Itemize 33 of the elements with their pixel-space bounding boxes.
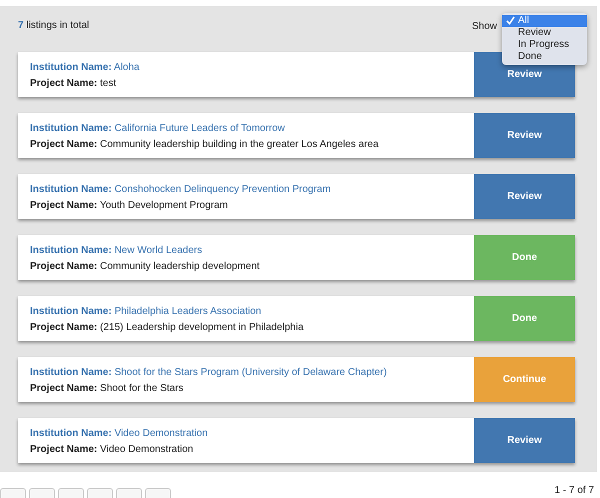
project-name: Project Name: Community leadership building in the greater Los Angeles area <box>30 138 380 152</box>
institution-name: Institution Name: California Future Leaders of Tomorrow <box>30 122 286 136</box>
checkmark-icon <box>506 16 515 25</box>
review-button[interactable]: Review <box>474 113 575 158</box>
filter-dropdown-menu[interactable]: All Review In Progress Done <box>502 13 587 65</box>
institution-name: Institution Name: Conshohocken Delinquency Prevention Program <box>30 183 332 197</box>
dropdown-option[interactable]: Review <box>502 27 587 39</box>
project-name: Project Name: Shoot for the Stars <box>30 382 184 396</box>
project-name: Project Name: Youth Development Program <box>30 199 229 213</box>
pager-button[interactable] <box>29 488 55 498</box>
page-range: 1 - 7 of 7 <box>554 484 594 498</box>
pager-button[interactable] <box>87 488 113 498</box>
pager-button[interactable] <box>116 488 142 498</box>
institution-name: Institution Name: Video Demonstration <box>30 427 209 441</box>
pager-button[interactable] <box>0 488 26 498</box>
institution-name: Institution Name: Aloha <box>30 61 140 75</box>
dropdown-option[interactable]: In Progress <box>502 39 587 51</box>
project-name: Project Name: (215) Leadership development in Philadelphia <box>30 321 304 335</box>
institution-name: Institution Name: Shoot for the Stars Program (University of Delaware Chapter) <box>30 366 388 380</box>
pager-button[interactable] <box>145 488 171 498</box>
dropdown-option[interactable]: All <box>502 15 587 27</box>
project-name: Project Name: Video Demonstration <box>30 443 194 457</box>
institution-name: Institution Name: New World Leaders <box>30 244 204 258</box>
project-name: Project Name: Community leadership development <box>30 260 261 274</box>
done-button[interactable]: Done <box>474 235 575 280</box>
institution-name: Institution Name: Philadelphia Leaders Association <box>30 305 262 319</box>
project-name: Project Name: test <box>30 77 118 91</box>
pager-button[interactable] <box>58 488 84 498</box>
show-label: Show <box>472 20 497 34</box>
review-button[interactable]: Review <box>474 174 575 219</box>
listings-count: 7 listings in total <box>18 19 90 33</box>
done-button[interactable]: Done <box>474 296 575 341</box>
review-button[interactable]: Review <box>474 418 575 463</box>
